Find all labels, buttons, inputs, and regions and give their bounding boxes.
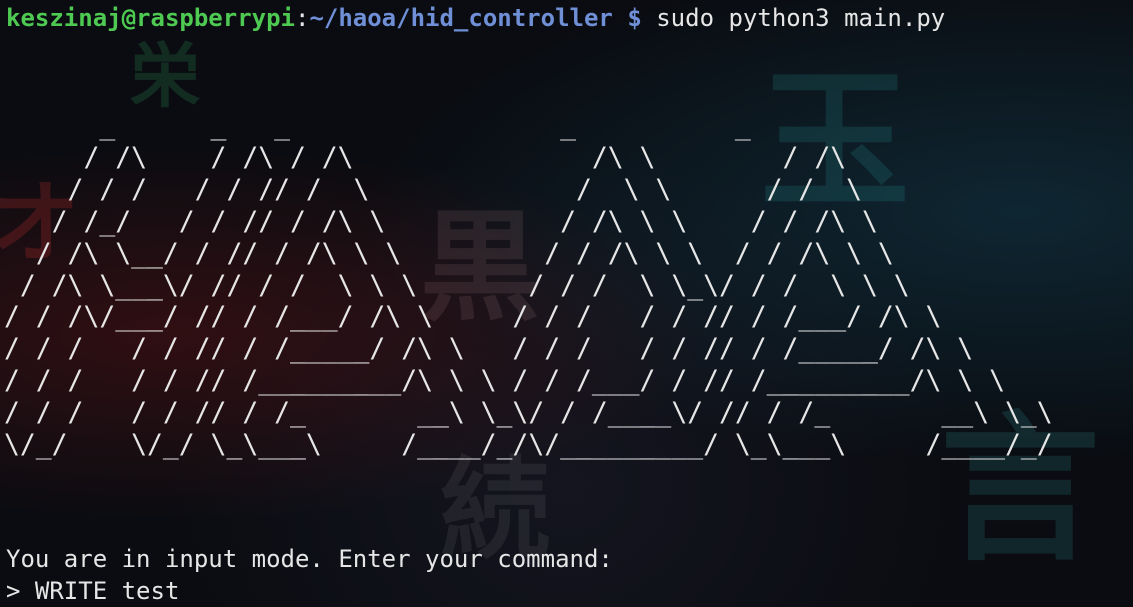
prompt-dollar: $ <box>627 4 642 32</box>
executed-command: sudo python3 main.py <box>656 4 946 32</box>
command-input-value[interactable]: WRITE test <box>35 577 180 605</box>
terminal-window[interactable]: 栄 オ 黒 続 玉 言 keszinaj@raspberrypi:~/haoa/… <box>0 0 1133 607</box>
shell-prompt-line: keszinaj@raspberrypi:~/haoa/hid_controll… <box>6 2 945 34</box>
input-prompt-symbol: > <box>6 577 21 605</box>
ascii-banner: _ _ _ _ _ / /\ / /\ / /\ /\ \ / /\ / / /… <box>4 110 1053 461</box>
input-mode-message: You are in input mode. Enter your comman… <box>6 545 613 573</box>
wallpaper-glyph: 栄 <box>130 35 200 117</box>
command-input-line[interactable]: > WRITE test <box>6 575 179 607</box>
prompt-working-directory: ~/haoa/hid_controller <box>309 4 613 32</box>
prompt-user-host: keszinaj@raspberrypi <box>6 4 295 32</box>
prompt-colon: : <box>294 4 310 32</box>
